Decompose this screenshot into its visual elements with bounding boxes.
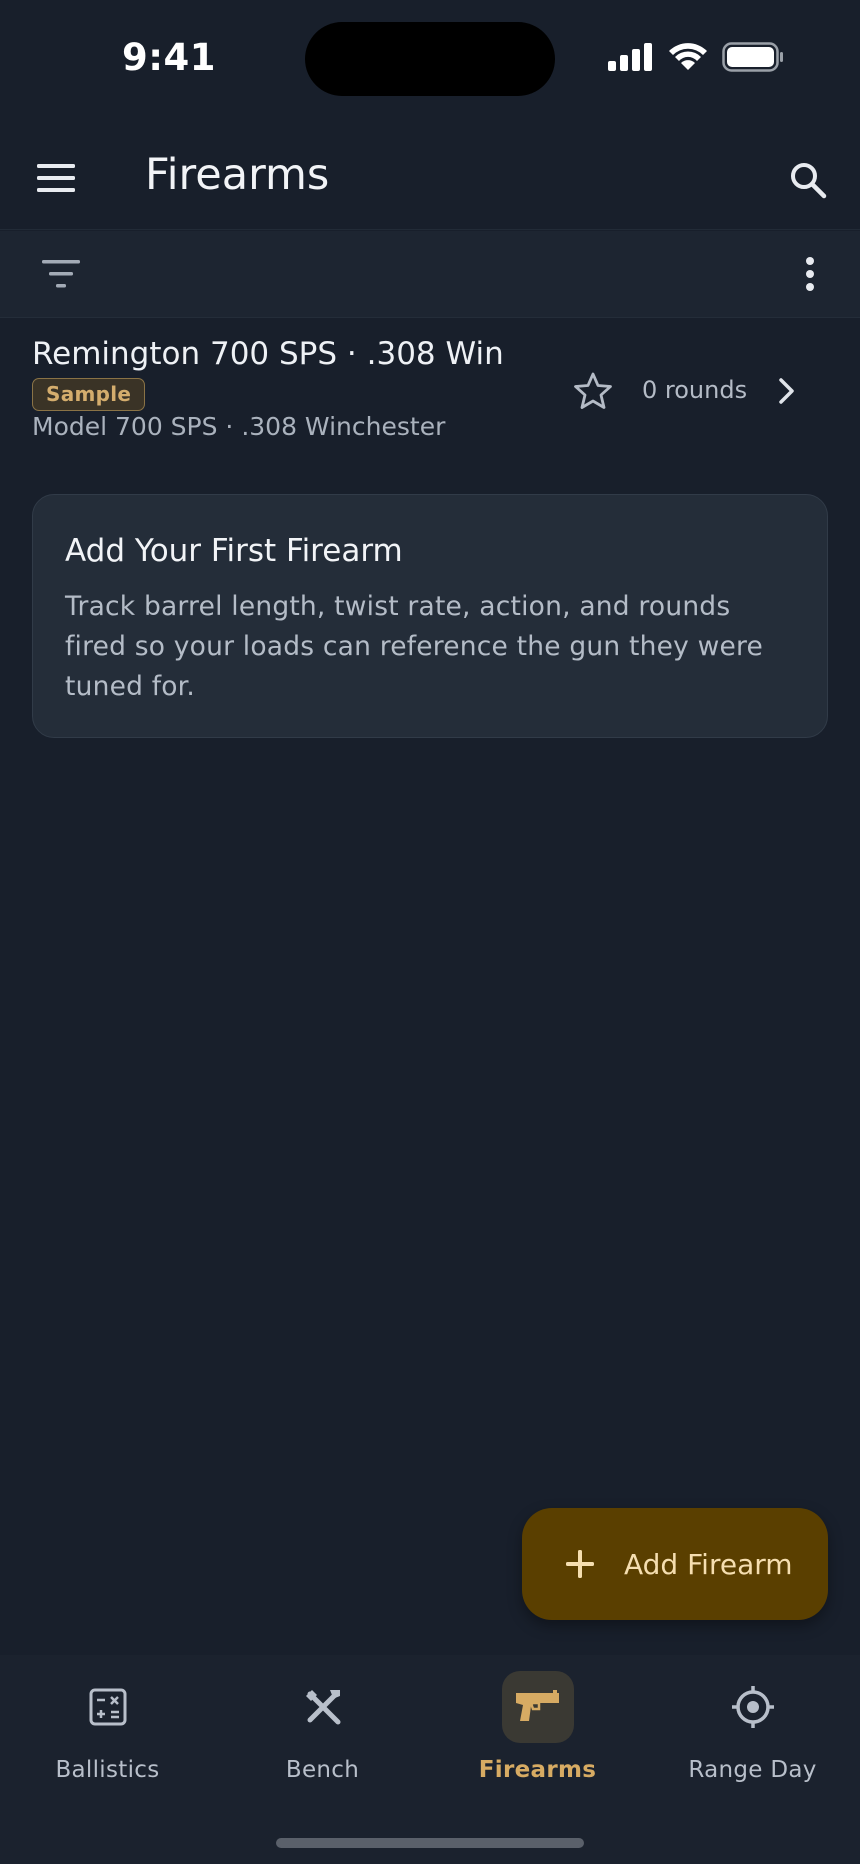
cellular-signal-icon [608,43,652,71]
rounds-count: 0 rounds [642,376,748,404]
page-title: Firearms [145,150,330,200]
menu-button[interactable] [30,152,82,204]
status-icons [608,42,784,72]
card-title: Add Your First Firearm [65,533,403,569]
home-indicator[interactable] [276,1838,584,1848]
app-bar: Firearms [0,130,860,230]
firearm-title: Remington 700 SPS · .308 Win [32,336,504,372]
tools-icon [305,1690,340,1725]
hamburger-menu-icon [37,164,75,192]
chevron-right-icon [772,371,802,411]
nav-label-ballistics: Ballistics [55,1757,160,1783]
dynamic-island [305,22,555,96]
nav-label-range-day: Range Day [688,1757,817,1783]
firearm-list-item[interactable]: Remington 700 SPS · .308 Win Sample Mode… [0,320,860,455]
star-outline-icon [574,372,612,409]
pistol-icon [515,1690,559,1721]
add-firearm-button[interactable]: Add Firearm [522,1508,828,1620]
firearm-subtitle: Model 700 SPS · .308 Winchester [32,412,446,441]
search-button[interactable] [780,152,836,208]
favorite-button[interactable] [570,368,616,414]
more-options-button[interactable] [790,251,830,297]
more-vertical-icon [806,257,814,291]
nav-label-bench: Bench [285,1757,360,1783]
wifi-icon [669,43,707,70]
status-bar: 9:41 [0,0,860,110]
card-body: Track barrel length, twist rate, action,… [65,591,763,702]
firearms-screen: 9:41 Firearms Remington 700 SPS · .308 W… [0,0,860,1864]
add-firearm-label: Add Firearm [624,1547,793,1581]
crosshair-icon [731,1686,774,1728]
filter-toolbar [0,231,860,318]
filter-button[interactable] [38,251,84,297]
sample-badge: Sample [32,378,146,411]
filter-icon [42,260,80,288]
calculator-icon [89,1688,126,1726]
nav-item-range-day[interactable]: Range Day [645,1671,860,1801]
nav-label-firearms: Firearms [478,1757,597,1783]
nav-item-ballistics[interactable]: Ballistics [0,1671,215,1801]
nav-item-firearms[interactable]: Firearms [430,1671,645,1801]
empty-state-card: Add Your First Firearm Track barrel leng… [32,494,828,738]
status-time: 9:41 [122,36,217,79]
search-icon [791,163,827,199]
bottom-navigation: Ballistics Bench Firearms Range Day [0,1655,860,1864]
battery-icon [722,42,783,72]
plus-icon [562,1546,598,1582]
nav-item-bench[interactable]: Bench [215,1671,430,1801]
